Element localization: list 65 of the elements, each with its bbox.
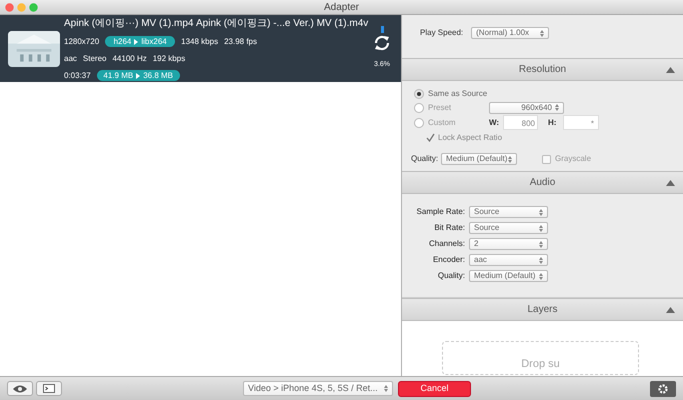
field-label: Play Speed: bbox=[420, 27, 464, 39]
stepper-icon bbox=[539, 256, 543, 264]
checkbox[interactable]: Lock Aspect Ratio bbox=[426, 131, 516, 144]
audio-dropdown[interactable]: aac bbox=[469, 254, 548, 266]
layers-header[interactable]: Layers bbox=[402, 298, 683, 321]
arrow-icon bbox=[136, 72, 140, 78]
audio-info-text: aac bbox=[64, 52, 77, 64]
stepper-icon bbox=[540, 30, 544, 36]
audio-info-text: 192 kbps bbox=[152, 52, 186, 64]
window-title: Adapter bbox=[324, 0, 360, 14]
audio-dropdown[interactable]: 2 bbox=[469, 238, 548, 250]
resolution-text: 1280x720 bbox=[64, 36, 100, 48]
quality-dropdown[interactable]: Medium (Default) bbox=[441, 153, 517, 165]
sync-icon bbox=[373, 34, 391, 52]
checkmark-icon bbox=[426, 133, 435, 142]
resolution-header[interactable]: Resolution bbox=[402, 58, 683, 81]
checkbox-icon bbox=[542, 154, 551, 164]
eye-icon bbox=[13, 384, 27, 392]
radio-selected-icon bbox=[414, 88, 424, 98]
field-label: Quality: bbox=[436, 270, 465, 282]
fps-text: 23.98 fps bbox=[224, 36, 257, 48]
gear-icon bbox=[658, 384, 668, 394]
bitrate-text: 1348 kbps bbox=[181, 36, 218, 48]
progress-indicator-icon bbox=[380, 26, 384, 34]
stepper-icon bbox=[539, 240, 543, 248]
duration-text: 0:03:37 bbox=[64, 70, 91, 82]
collapse-icon[interactable] bbox=[666, 306, 675, 312]
stepper-icon bbox=[539, 224, 543, 232]
audio-info-text: 44100 Hz bbox=[112, 52, 147, 64]
field-label: Sample Rate: bbox=[416, 206, 465, 218]
arrow-icon bbox=[134, 38, 138, 44]
stepper-icon bbox=[539, 208, 543, 216]
field-label: Channels: bbox=[428, 238, 465, 250]
field-label: H: bbox=[547, 116, 558, 128]
audio-dropdown[interactable]: Source bbox=[469, 206, 548, 218]
radio-option[interactable]: Same as Source bbox=[414, 87, 489, 100]
stepper-icon bbox=[555, 104, 559, 111]
collapse-icon[interactable] bbox=[666, 66, 675, 72]
preset-dropdown[interactable]: 960x640 bbox=[489, 102, 564, 114]
preset-dropdown[interactable]: Video > iPhone 4S, 5, 5S / Ret... bbox=[243, 381, 393, 396]
stepper-icon bbox=[508, 156, 512, 162]
drop-zone-text: Drop su bbox=[521, 356, 560, 372]
audio-info-text: Stereo bbox=[82, 52, 106, 64]
stepper-icon bbox=[384, 385, 388, 392]
size-pill: 41.9 MB 36.8 MB bbox=[96, 70, 180, 81]
field-label: Quality: bbox=[411, 153, 440, 165]
play-speed-dropdown[interactable]: (Normal) 1.00x bbox=[471, 27, 550, 39]
collapse-icon[interactable] bbox=[666, 180, 675, 186]
codec-pill: h264 libx264 bbox=[105, 36, 176, 47]
width-field[interactable]: 800 bbox=[503, 115, 538, 130]
audio-header[interactable]: Audio bbox=[402, 171, 683, 194]
cancel-button[interactable]: Cancel bbox=[398, 380, 471, 396]
terminal-button[interactable] bbox=[36, 381, 62, 396]
height-field[interactable]: * bbox=[563, 115, 599, 130]
output-file-name: Apink (에이핑크) -...e Ver.) MV (1).m4v bbox=[196, 16, 368, 30]
settings-button[interactable] bbox=[650, 380, 676, 396]
audio-dropdown[interactable]: Source bbox=[469, 222, 548, 234]
audio-dropdown[interactable]: Medium (Default) bbox=[469, 270, 548, 282]
field-label: Bit Rate: bbox=[433, 222, 465, 234]
preview-button[interactable] bbox=[7, 381, 33, 396]
source-file-name: Apink (에이핑···) MV (1).mp4 bbox=[64, 16, 194, 30]
stepper-icon bbox=[539, 272, 543, 280]
terminal-icon bbox=[43, 384, 55, 393]
field-label: W: bbox=[489, 116, 500, 128]
field-label: Encoder: bbox=[432, 254, 465, 266]
